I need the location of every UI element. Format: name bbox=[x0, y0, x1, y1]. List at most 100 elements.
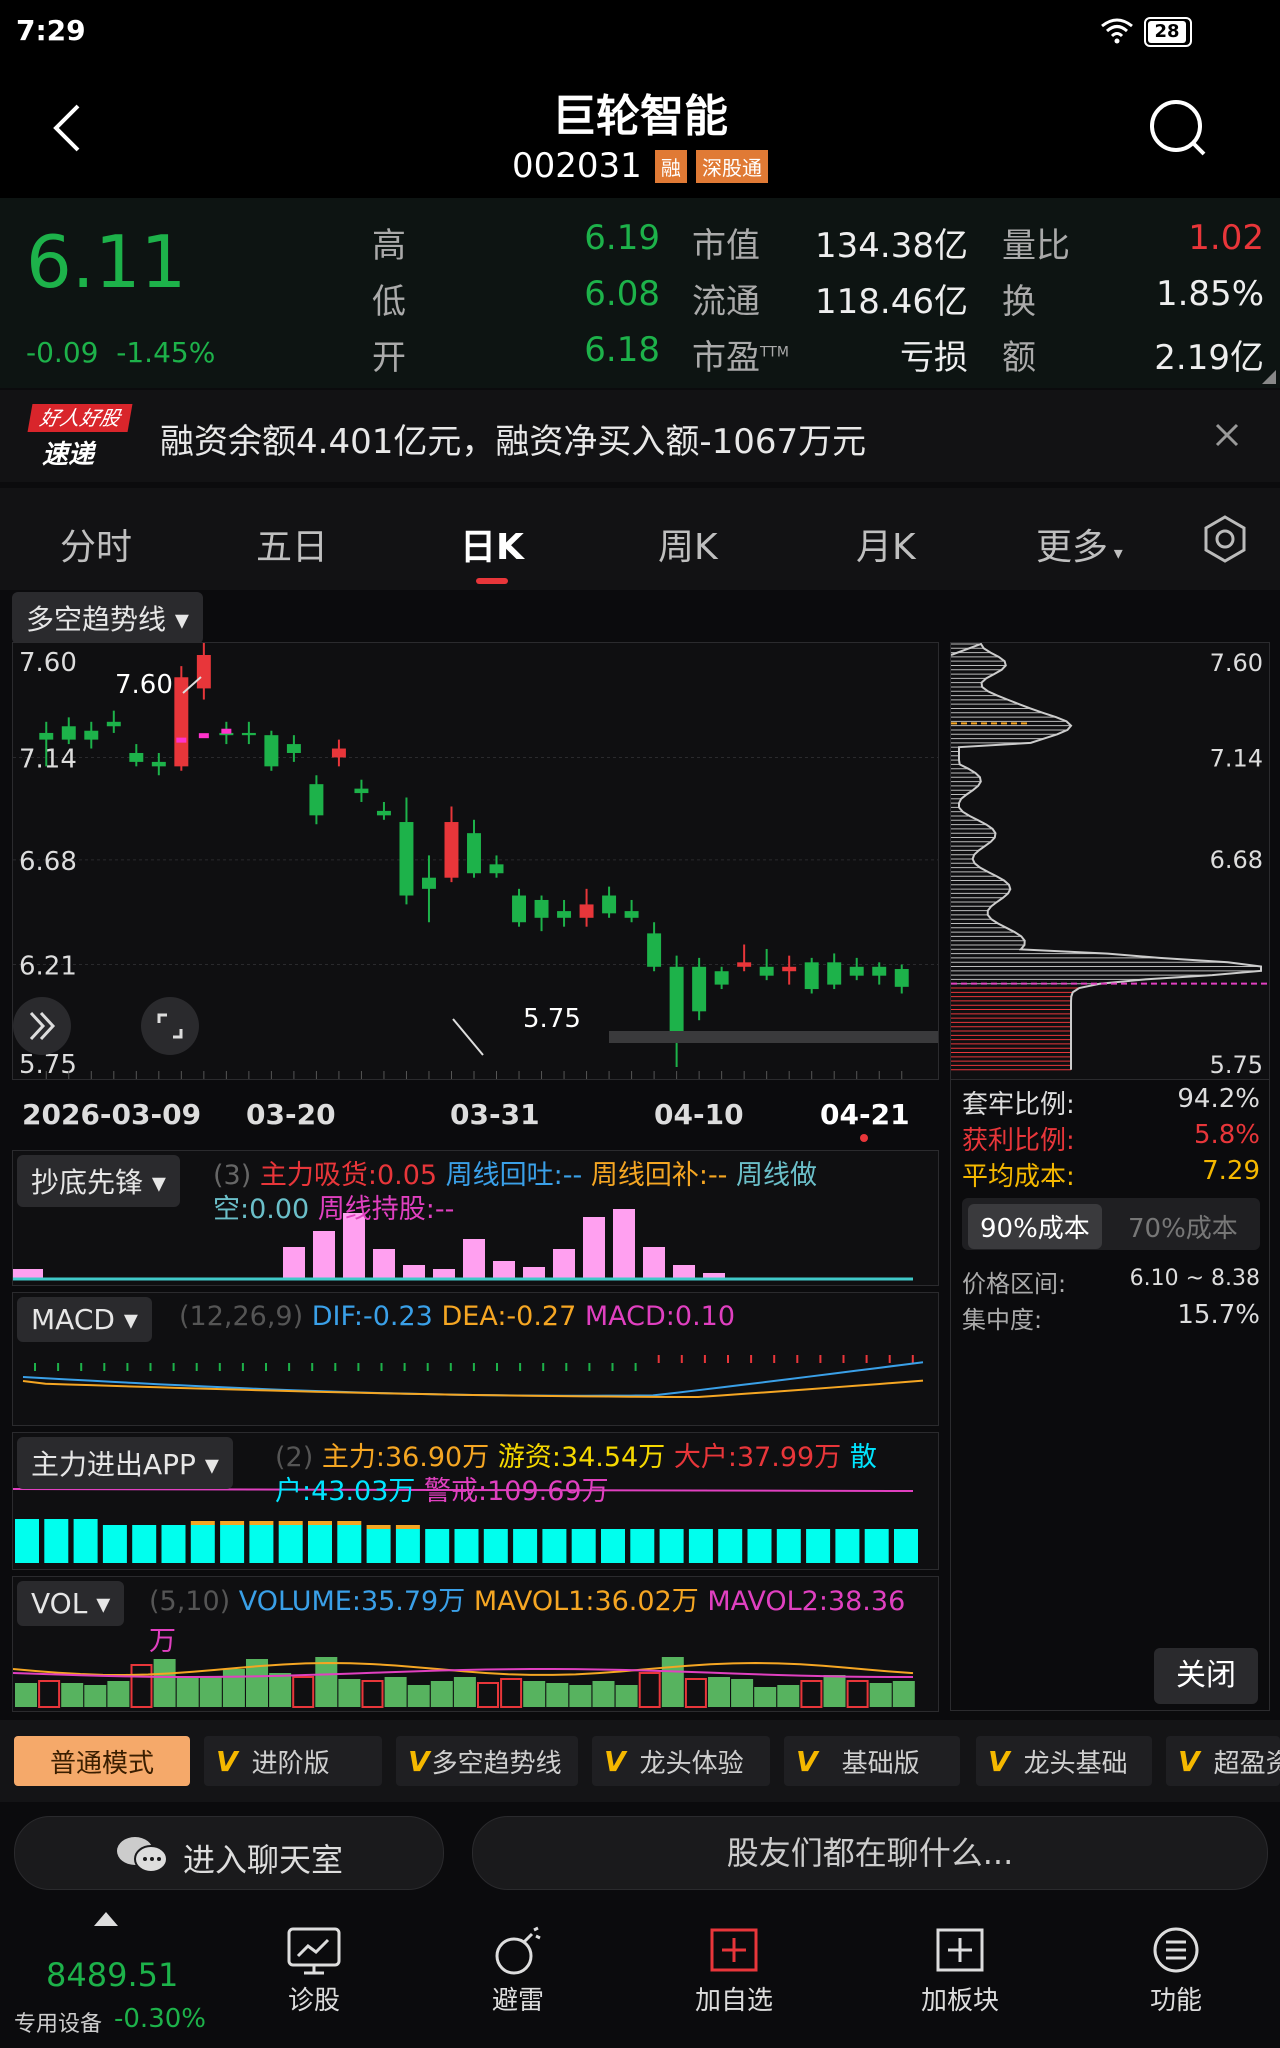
volume-values-2: 万 bbox=[149, 1626, 176, 1657]
turnover-label: 换 bbox=[1002, 282, 1036, 322]
low-marker-label: 5.75 bbox=[523, 1004, 581, 1034]
index-value[interactable]: 8489.51 bbox=[46, 1956, 178, 1994]
volume-bar bbox=[869, 1683, 892, 1707]
volume-bar bbox=[269, 1673, 292, 1707]
tab-more[interactable]: 更多 ▾ bbox=[1036, 518, 1123, 570]
candle-body bbox=[309, 784, 324, 816]
period-tabs: 分时 五日 日K 周K 月K 更多 ▾ bbox=[0, 488, 1280, 590]
volume-bar bbox=[315, 1657, 338, 1707]
search-icon[interactable] bbox=[1148, 98, 1208, 158]
bottom-pioneer-select[interactable]: 抄底先锋 ▾ bbox=[17, 1155, 180, 1207]
news-banner[interactable]: 好人好股 速递 融资余额4.401亿元，融资净买入额-1067万元 bbox=[0, 390, 1280, 482]
mode-advanced[interactable]: V 进阶版 bbox=[204, 1736, 382, 1786]
nav-risk[interactable]: 避雷 bbox=[474, 1926, 562, 2036]
tab-weekly-k[interactable]: 周K bbox=[658, 518, 718, 570]
vol-ratio-value: 1.02 bbox=[1188, 218, 1264, 258]
open-label: 开 bbox=[372, 338, 406, 378]
candle-body bbox=[467, 833, 481, 874]
mavol2-line bbox=[13, 1668, 914, 1678]
main-flow-select[interactable]: 主力进出APP ▾ bbox=[17, 1437, 233, 1489]
flow-bar bbox=[776, 1529, 801, 1563]
candle-body bbox=[849, 966, 864, 976]
amount-value[interactable]: 2.19亿 bbox=[1120, 330, 1264, 379]
close-icon[interactable] bbox=[1214, 422, 1240, 448]
pioneer-bar bbox=[673, 1265, 695, 1279]
trend-indicator-select[interactable]: 多空趋势线 ▾ bbox=[12, 592, 203, 644]
volume-bar bbox=[84, 1685, 107, 1707]
volume-bar bbox=[500, 1678, 523, 1708]
bottom-nav: 8489.51 专用设备 -0.30% 诊股 避雷 加自选 加板块 功能 bbox=[0, 1906, 1280, 2048]
flow-bar bbox=[132, 1525, 157, 1563]
news-logo: 好人好股 速递 bbox=[27, 404, 133, 470]
settings-icon[interactable] bbox=[1200, 514, 1250, 564]
tab-monthly-k[interactable]: 月K bbox=[856, 518, 916, 570]
volume-bar bbox=[592, 1681, 615, 1707]
bottom-pioneer-panel: 抄底先锋 ▾ (3) 主力吸货:0.05 周线回吐:-- 周线回补:-- 周线做… bbox=[12, 1150, 939, 1286]
mcap-label: 市值 bbox=[692, 226, 760, 266]
volume-bar bbox=[407, 1685, 430, 1707]
pe-value: 亏损 bbox=[900, 338, 968, 378]
current-date-dot bbox=[860, 1134, 868, 1142]
candle-body bbox=[894, 969, 909, 987]
volume-bar bbox=[823, 1675, 846, 1707]
volume-bar bbox=[546, 1683, 569, 1707]
tab-intraday[interactable]: 分时 bbox=[60, 518, 132, 570]
volume-values: (5,10) VOLUME:35.79万 MAVOL1:36.02万 MAVOL… bbox=[149, 1586, 906, 1617]
flow-bar bbox=[454, 1529, 479, 1563]
flow-bar bbox=[630, 1529, 655, 1563]
signal-mark bbox=[221, 728, 232, 734]
mode-super-profit[interactable]: V 超盈资 bbox=[1166, 1736, 1280, 1786]
volume-bar bbox=[292, 1676, 315, 1708]
mode-trend-line[interactable]: V 多空趋势线 bbox=[396, 1736, 578, 1786]
flow-bar bbox=[806, 1529, 831, 1563]
expand-left-button[interactable] bbox=[13, 997, 71, 1055]
pioneer-bar bbox=[283, 1247, 305, 1279]
chat-row: 进入聊天室 股友们都在聊什么... bbox=[0, 1802, 1280, 1906]
volume-bar bbox=[615, 1685, 638, 1707]
candle-body bbox=[196, 655, 211, 689]
enter-chat-button[interactable]: 进入聊天室 bbox=[14, 1816, 444, 1890]
quote-panel: 6.11 -0.09 -1.45% 高 6.19 低 6.08 开 6.18 市… bbox=[0, 198, 1280, 388]
chat-prompt-button[interactable]: 股友们都在聊什么... bbox=[472, 1816, 1268, 1890]
flow-bar bbox=[44, 1519, 69, 1563]
pioneer-bar bbox=[493, 1261, 515, 1279]
candle-body bbox=[39, 732, 54, 740]
mode-basic[interactable]: V 基础版 bbox=[784, 1736, 960, 1786]
tab-daily-k[interactable]: 日K bbox=[460, 518, 524, 570]
flow-bar bbox=[220, 1525, 245, 1563]
mode-leader-trial[interactable]: V 龙头体验 bbox=[592, 1736, 770, 1786]
chat-icon bbox=[117, 1837, 168, 1873]
nav-functions[interactable]: 功能 bbox=[1132, 1926, 1220, 2036]
candle-body bbox=[872, 966, 887, 976]
kline-chart[interactable]: 7.60 7.14 6.68 6.21 5.75 7.60 5.75 bbox=[12, 642, 939, 1080]
volume-panel: VOL ▾ (5,10) VOLUME:35.79万 MAVOL1:36.02万… bbox=[12, 1576, 939, 1712]
nav-add-sector[interactable]: 加板块 bbox=[916, 1926, 1004, 2036]
nav-diagnose[interactable]: 诊股 bbox=[270, 1926, 358, 2036]
volume-bar bbox=[153, 1659, 176, 1707]
low-value: 6.08 bbox=[584, 274, 660, 314]
nav-add-watchlist[interactable]: 加自选 bbox=[690, 1926, 778, 2036]
chip-distribution-chart[interactable]: 7.60 7.14 6.68 5.75 bbox=[950, 642, 1270, 1080]
flow-bar bbox=[513, 1529, 538, 1563]
flow-bar bbox=[571, 1529, 596, 1563]
pioneer-bar bbox=[523, 1267, 545, 1279]
margin-badge: 融 bbox=[654, 149, 687, 183]
mode-leader-basic[interactable]: V 龙头基础 bbox=[976, 1736, 1152, 1786]
fullscreen-button[interactable] bbox=[141, 997, 199, 1055]
volume-bar bbox=[176, 1677, 199, 1707]
volume-bar bbox=[754, 1687, 777, 1707]
triangle-up-icon bbox=[94, 1912, 118, 1926]
candle-body bbox=[512, 895, 527, 923]
float-value: 118.46亿 bbox=[815, 282, 968, 322]
volume-bar bbox=[199, 1677, 222, 1707]
volume-bar bbox=[846, 1680, 869, 1708]
dea-line bbox=[22, 1379, 924, 1399]
candle-body bbox=[61, 726, 76, 740]
high-label: 高 bbox=[372, 226, 406, 266]
expand-corner-icon[interactable] bbox=[1262, 370, 1276, 384]
macd-select[interactable]: MACD ▾ bbox=[17, 1297, 152, 1342]
mode-normal[interactable]: 普通模式 bbox=[14, 1736, 190, 1786]
tab-five-day[interactable]: 五日 bbox=[256, 518, 328, 570]
volume-select[interactable]: VOL ▾ bbox=[17, 1581, 125, 1626]
news-text: 融资余额4.401亿元，融资净买入额-1067万元 bbox=[160, 422, 867, 462]
